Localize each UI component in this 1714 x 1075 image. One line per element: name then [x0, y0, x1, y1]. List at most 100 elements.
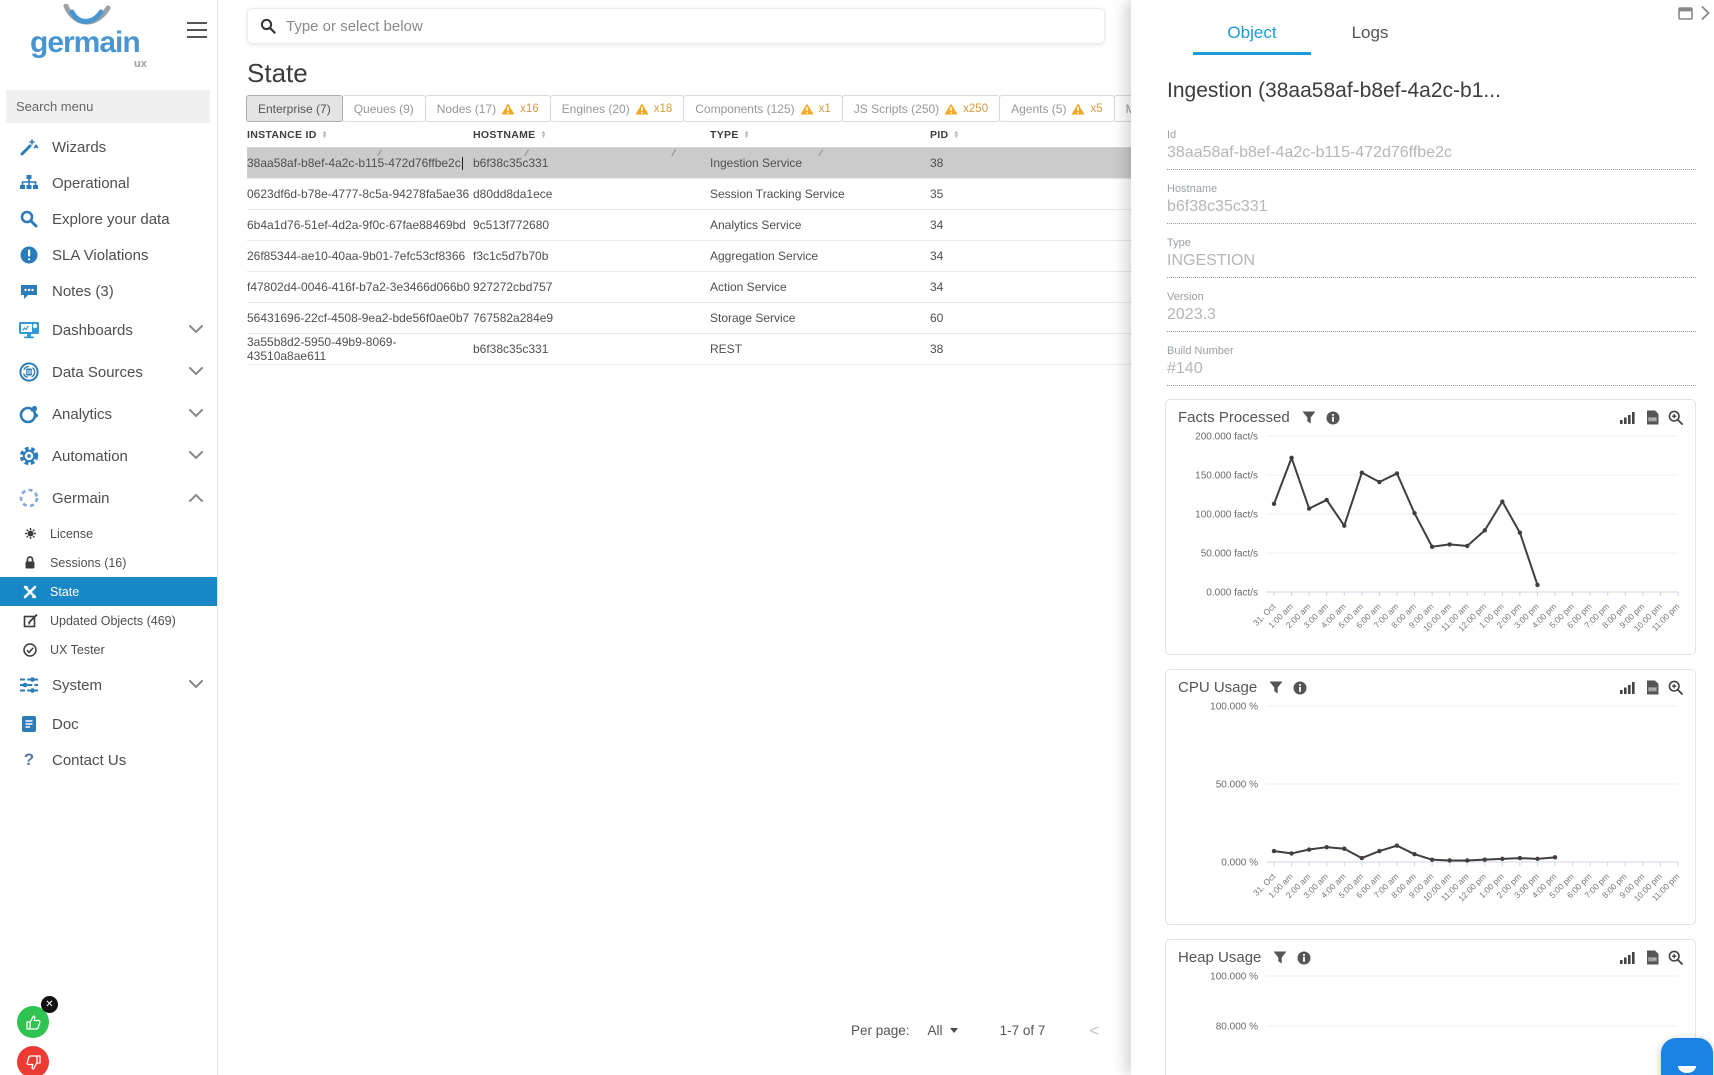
sidebar-item-wizards[interactable]: Wizards — [0, 129, 217, 165]
tab-label: Engines (20) — [562, 102, 630, 116]
filter-icon[interactable] — [1273, 951, 1287, 964]
column-header-pid[interactable]: PID ▲▼ — [930, 129, 1133, 141]
sidebar-item-label: Operational — [52, 175, 130, 192]
sidebar-item-automation[interactable]: Automation — [0, 435, 217, 477]
thumbs-down-button[interactable] — [17, 1046, 49, 1075]
tab-object[interactable]: Object — [1193, 16, 1311, 55]
column-label: PID — [930, 129, 948, 141]
dismiss-feedback-button[interactable]: ✕ — [41, 996, 58, 1013]
cell-hostname: b6f38c35c331 — [473, 156, 710, 170]
csv-export-icon[interactable]: CSV — [1646, 410, 1659, 425]
sort-icon[interactable]: ▲▼ — [744, 131, 750, 140]
field-type: Type INGESTION — [1167, 237, 1696, 278]
gear-icon — [18, 445, 40, 467]
table-row[interactable]: 0623df6d-b78e-4777-8c5a-94278fa5ae36 d80… — [247, 179, 1133, 210]
svg-text:CSV: CSV — [1649, 418, 1657, 422]
cell-type: REST — [710, 342, 930, 356]
tab-agents[interactable]: Agents (5) x5 — [999, 95, 1115, 122]
database-circle-icon — [18, 361, 40, 383]
sort-icon[interactable]: ▲▼ — [953, 131, 959, 140]
per-page-select[interactable]: All — [928, 1023, 958, 1038]
table-row[interactable]: 3a55b8d2-5950-49b9-8069-43510a8ae611 b6f… — [247, 334, 1133, 365]
zoom-in-icon[interactable] — [1668, 680, 1683, 695]
tab-nodes[interactable]: Nodes (17) x16 — [425, 95, 551, 122]
tab-engines[interactable]: Engines (20) x18 — [550, 95, 685, 122]
sidebar-item-sla-violations[interactable]: SLA Violations — [0, 237, 217, 273]
chat-widget-button[interactable] — [1661, 1038, 1713, 1075]
sliders-icon — [18, 674, 40, 696]
sidebar-item-data-sources[interactable]: Data Sources — [0, 351, 217, 393]
facts-processed-line-chart[interactable]: 200.000 fact/s150.000 fact/s100.000 fact… — [1178, 428, 1683, 650]
hamburger-menu-icon[interactable] — [187, 22, 207, 38]
column-header-hostname[interactable]: HOSTNAME▲▼ — [473, 129, 710, 141]
svg-text:80.000 %: 80.000 % — [1216, 1022, 1258, 1033]
chart-bars-icon[interactable] — [1620, 951, 1637, 964]
tab-logs[interactable]: Logs — [1311, 16, 1429, 55]
column-resize-handle[interactable] — [526, 148, 527, 158]
warning-count: x5 — [1090, 103, 1102, 115]
column-label: TYPE — [710, 129, 739, 141]
license-badge-icon — [22, 526, 38, 542]
tab-js-scripts[interactable]: JS Scripts (250) x250 — [842, 95, 1000, 122]
sidebar-item-system[interactable]: System — [0, 664, 217, 706]
chart-bars-icon[interactable] — [1620, 681, 1637, 694]
table-row[interactable]: 26f85344-ae10-40aa-9b01-7efc53cf8366 f3c… — [247, 241, 1133, 272]
cell-hostname: b6f38c35c331 — [473, 342, 710, 356]
sidebar-item-ux-tester[interactable]: UX Tester — [0, 635, 217, 664]
previous-page-button[interactable]: < — [1089, 1022, 1099, 1039]
table-row[interactable]: 56431696-22cf-4508-9ea2-bde56f0ae0b7 767… — [247, 303, 1133, 334]
sidebar-item-state[interactable]: State — [0, 577, 217, 606]
csv-export-icon[interactable]: CSV — [1646, 950, 1659, 965]
sidebar-item-doc[interactable]: Doc — [0, 706, 217, 742]
sidebar-item-label: License — [50, 527, 93, 541]
column-header-instance-id[interactable]: INSTANCE ID▲▼ — [247, 129, 473, 141]
sidebar-item-notes[interactable]: Notes (3) — [0, 273, 217, 309]
filter-icon[interactable] — [1302, 411, 1316, 424]
sidebar-item-sessions[interactable]: Sessions (16) — [0, 548, 217, 577]
sidebar-item-analytics[interactable]: Analytics — [0, 393, 217, 435]
info-icon[interactable] — [1293, 681, 1307, 695]
tab-label: Components (125) — [695, 102, 794, 116]
chevron-down-icon — [189, 405, 203, 423]
column-resize-handle[interactable] — [673, 148, 674, 158]
tab-components[interactable]: Components (125) x1 — [683, 95, 843, 122]
caret-down-icon — [950, 1028, 958, 1033]
tab-enterprise[interactable]: Enterprise (7) — [246, 95, 343, 122]
svg-text:50.000 %: 50.000 % — [1216, 780, 1258, 791]
chart-bars-icon[interactable] — [1620, 411, 1637, 424]
sidebar-item-updated-objects[interactable]: Updated Objects (469) — [0, 606, 217, 635]
page-title: State — [247, 58, 308, 89]
sort-icon[interactable]: ▲▼ — [540, 131, 546, 140]
sidebar-item-license[interactable]: License — [0, 519, 217, 548]
heap-usage-line-chart[interactable]: 100.000 %80.000 %31. Oct1:00 am2:00 am3:… — [1178, 968, 1683, 1075]
collapse-drawer-icon[interactable] — [1701, 6, 1710, 20]
cell-pid: 60 — [930, 311, 1133, 325]
table-row[interactable]: 6b4a1d76-51ef-4d2a-9f0c-67fae88469bd 9c5… — [247, 210, 1133, 241]
column-resize-handle[interactable] — [379, 148, 380, 158]
csv-export-icon[interactable]: CSV — [1646, 680, 1659, 695]
sidebar-item-germain[interactable]: Germain — [0, 477, 217, 519]
table-row[interactable]: f47802d4-0046-416f-b7a2-3e3466d066b0 927… — [247, 272, 1133, 303]
column-resize-handle[interactable] — [820, 148, 821, 158]
cpu-usage-line-chart[interactable]: 100.000 %50.000 %0.000 %31. Oct1:00 am2:… — [1178, 698, 1683, 920]
sidebar-item-label: Data Sources — [52, 364, 143, 381]
tab-queues[interactable]: Queues (9) — [342, 95, 426, 122]
sidebar-item-operational[interactable]: Operational — [0, 165, 217, 201]
sidebar-item-contact-us[interactable]: ? Contact Us — [0, 742, 217, 778]
popout-window-icon[interactable] — [1678, 7, 1693, 20]
info-icon[interactable] — [1297, 951, 1311, 965]
sidebar-item-dashboards[interactable]: Dashboards — [0, 309, 217, 351]
sidebar-item-explore[interactable]: Explore your data — [0, 201, 217, 237]
column-header-type[interactable]: TYPE ▲▼ — [710, 129, 930, 141]
zoom-in-icon[interactable] — [1668, 410, 1683, 425]
facts-processed-chart-card: Facts Processed CSV 200.000 fact/s150.00… — [1165, 399, 1696, 655]
sidebar-search-input[interactable] — [6, 90, 210, 123]
global-search-input[interactable] — [286, 18, 1092, 35]
filter-icon[interactable] — [1269, 681, 1283, 694]
info-icon[interactable] — [1326, 411, 1340, 425]
global-search-bar — [247, 8, 1105, 44]
cell-pid: 34 — [930, 249, 1133, 263]
chevron-down-icon — [189, 321, 203, 339]
zoom-in-icon[interactable] — [1668, 950, 1683, 965]
sort-icon[interactable]: ▲▼ — [322, 131, 328, 140]
